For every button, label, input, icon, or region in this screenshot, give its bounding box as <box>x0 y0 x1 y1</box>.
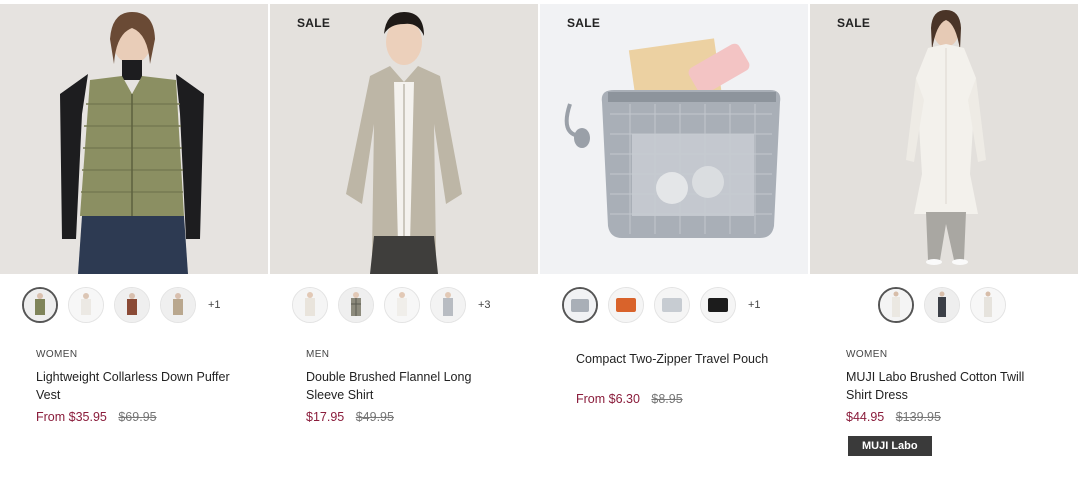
product-card[interactable]: SALE +3 MEN Double Brushed Flannel Long … <box>270 0 540 497</box>
sale-price: From $6.30 <box>576 392 640 406</box>
color-swatch-orange[interactable] <box>608 287 644 323</box>
sale-price: $44.95 <box>846 410 885 424</box>
original-price: $139.95 <box>895 410 941 424</box>
product-title[interactable]: MUJI Labo Brushed Cotton Twill Shirt Dre… <box>846 368 1046 404</box>
product-image[interactable]: SALE <box>810 4 1078 274</box>
original-price: $69.95 <box>118 410 157 424</box>
color-swatch-grey[interactable] <box>430 287 466 323</box>
sale-price: From $35.95 <box>36 410 107 424</box>
product-category: MEN <box>306 349 330 360</box>
muji-labo-badge: MUJI Labo <box>848 436 932 456</box>
color-swatch-grey[interactable] <box>562 287 598 323</box>
color-swatch-beige[interactable] <box>160 287 196 323</box>
product-prices: From $6.30 $8.95 <box>576 392 683 406</box>
product-card[interactable]: SALE WOMEN MUJI Labo Brushed Cotton Twil… <box>810 0 1080 497</box>
product-card[interactable]: SALE +1 Compact Two-Zipper Travel Pouch … <box>540 0 810 497</box>
more-colors-count[interactable]: +1 <box>748 299 761 311</box>
product-image[interactable]: SALE <box>270 4 538 274</box>
color-swatch-navy[interactable] <box>924 287 960 323</box>
color-swatch-white[interactable] <box>878 287 914 323</box>
color-swatch-light[interactable] <box>292 287 328 323</box>
product-title[interactable]: Compact Two-Zipper Travel Pouch <box>576 350 776 368</box>
product-grid: +1 WOMEN Lightweight Collarless Down Puf… <box>0 0 1080 497</box>
product-image[interactable]: SALE <box>540 4 808 274</box>
product-title[interactable]: Double Brushed Flannel Long Sleeve Shirt <box>306 368 506 404</box>
color-swatch-white[interactable] <box>384 287 420 323</box>
original-price: $8.95 <box>651 392 683 406</box>
color-swatch-white[interactable] <box>68 287 104 323</box>
more-colors-count[interactable]: +3 <box>478 299 491 311</box>
color-swatch-olive[interactable] <box>22 287 58 323</box>
sale-label: SALE <box>837 16 871 30</box>
color-swatch-black[interactable] <box>700 287 736 323</box>
more-colors-count[interactable]: +1 <box>208 299 221 311</box>
color-swatches <box>878 285 1006 325</box>
color-swatches: +1 <box>22 285 221 325</box>
product-prices: $44.95 $139.95 <box>846 410 941 424</box>
color-swatches: +1 <box>562 285 761 325</box>
product-title[interactable]: Lightweight Collarless Down Puffer Vest <box>36 368 236 404</box>
color-swatch-light[interactable] <box>970 287 1006 323</box>
product-image[interactable] <box>0 4 268 274</box>
product-category: WOMEN <box>36 349 78 360</box>
color-swatches: +3 <box>292 285 491 325</box>
product-prices: $17.95 $49.95 <box>306 410 394 424</box>
product-prices: From $35.95 $69.95 <box>36 410 157 424</box>
sale-price: $17.95 <box>306 410 345 424</box>
product-card[interactable]: +1 WOMEN Lightweight Collarless Down Puf… <box>0 0 270 497</box>
sale-label: SALE <box>567 16 601 30</box>
color-swatch-brown[interactable] <box>114 287 150 323</box>
sale-label: SALE <box>297 16 331 30</box>
original-price: $49.95 <box>355 410 394 424</box>
color-swatch-light-grey[interactable] <box>654 287 690 323</box>
product-category: WOMEN <box>846 349 888 360</box>
color-swatch-check[interactable] <box>338 287 374 323</box>
